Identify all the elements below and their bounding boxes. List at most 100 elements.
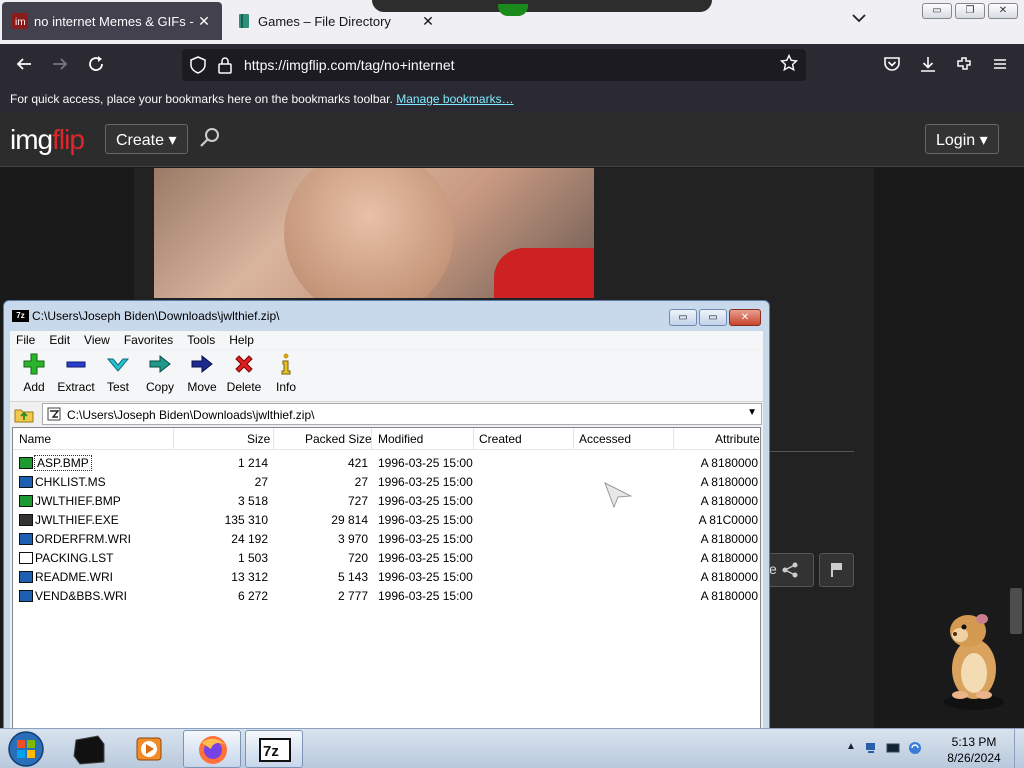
file-attribute: A 8180000 bbox=[700, 475, 758, 489]
file-row[interactable]: JWLTHIEF.BMP 3 518 727 1996-03-25 15:00 A 81… bbox=[13, 492, 760, 511]
column-packed-size[interactable]: Packed Size bbox=[305, 432, 372, 446]
file-attribute: A 81C0000 bbox=[698, 513, 758, 527]
archive-path-icon bbox=[47, 407, 61, 421]
tab-list-chevron-icon[interactable] bbox=[852, 10, 866, 26]
forward-icon[interactable] bbox=[48, 55, 72, 77]
taskbar-cube-app[interactable] bbox=[60, 730, 118, 768]
download-icon[interactable] bbox=[916, 55, 940, 77]
delete-x-icon bbox=[235, 355, 253, 373]
notch-indicator bbox=[498, 4, 528, 16]
pocket-icon[interactable] bbox=[880, 55, 904, 77]
scrollbar-thumb[interactable] bbox=[1010, 588, 1022, 634]
extract-label: Extract bbox=[57, 380, 95, 394]
taskbar-media-player[interactable] bbox=[120, 730, 178, 768]
url-bar[interactable]: https://imgflip.com/tag/no+internet bbox=[182, 49, 806, 81]
logo-text-red: flip bbox=[52, 124, 85, 155]
taskbar-clock[interactable]: 5:13 PM 8/26/2024 bbox=[938, 734, 1010, 766]
column-accessed[interactable]: Accessed bbox=[579, 432, 631, 446]
tab-close-icon[interactable]: ✕ bbox=[420, 13, 436, 30]
address-dropdown-icon[interactable]: ▼ bbox=[747, 407, 757, 418]
column-size[interactable]: Size bbox=[247, 432, 270, 446]
display-tray-icon[interactable] bbox=[886, 741, 900, 755]
file-row[interactable]: VEND&BBS.WRI 6 272 2 777 1996-03-25 15:00 A … bbox=[13, 587, 760, 606]
copy-button[interactable]: Copy bbox=[138, 352, 182, 394]
manage-bookmarks-link[interactable]: Manage bookmarks… bbox=[396, 92, 513, 106]
file-row[interactable]: CHKLIST.MS 27 27 1996-03-25 15:00 A 8180000 bbox=[13, 473, 760, 492]
tab-imgflip[interactable]: im no internet Memes & GIFs - Im ✕ bbox=[2, 2, 222, 40]
seven-zip-titlebar[interactable]: 7z C:\Users\Joseph Biden\Downloads\jwlth… bbox=[4, 301, 769, 331]
url-text: https://imgflip.com/tag/no+internet bbox=[244, 57, 455, 73]
taskbar-firefox[interactable] bbox=[183, 730, 241, 768]
taskbar-seven-zip[interactable]: 7z bbox=[245, 730, 303, 768]
file-packed-size: 727 bbox=[347, 494, 368, 508]
flag-icon bbox=[831, 563, 842, 577]
menu-favorites[interactable]: Favorites bbox=[124, 333, 173, 347]
tray-expand-icon[interactable]: ▲ bbox=[846, 741, 856, 755]
extract-button[interactable]: Extract bbox=[54, 352, 98, 394]
create-button[interactable]: Create ▾ bbox=[105, 124, 188, 154]
column-modified[interactable]: Modified bbox=[378, 432, 423, 446]
minimize-button[interactable]: ▭ bbox=[669, 309, 697, 326]
test-button[interactable]: Test bbox=[96, 352, 140, 394]
delete-label: Delete bbox=[226, 380, 262, 394]
minimize-button[interactable]: ▭ bbox=[922, 3, 952, 19]
login-button[interactable]: Login ▾ bbox=[925, 124, 999, 154]
imgflip-logo[interactable]: imgflip bbox=[10, 124, 85, 156]
lock-icon[interactable] bbox=[218, 56, 232, 74]
file-row[interactable]: ORDERFRM.WRI 24 192 3 970 1996-03-25 15:00 A… bbox=[13, 530, 760, 549]
close-button[interactable]: ✕ bbox=[729, 309, 761, 326]
share-button[interactable]: e bbox=[768, 553, 814, 587]
seven-zip-window: 7z C:\Users\Joseph Biden\Downloads\jwlth… bbox=[3, 300, 770, 732]
file-size: 6 272 bbox=[237, 589, 268, 603]
menu-edit[interactable]: Edit bbox=[49, 333, 70, 347]
maximize-button[interactable]: ▭ bbox=[699, 309, 727, 326]
meme-image[interactable] bbox=[154, 168, 594, 298]
search-icon[interactable] bbox=[198, 126, 222, 150]
shield-icon[interactable] bbox=[190, 56, 206, 74]
book-favicon-icon bbox=[239, 14, 249, 28]
file-row[interactable]: ASP.BMP 1 214 421 1996-03-25 15:00 A 8180000 bbox=[13, 454, 760, 473]
black-cube-icon bbox=[73, 735, 105, 765]
move-button[interactable]: Move bbox=[180, 352, 224, 394]
reload-icon[interactable] bbox=[84, 55, 108, 77]
file-row[interactable]: PACKING.LST 1 503 720 1996-03-25 15:00 A 818… bbox=[13, 549, 760, 568]
menu-file[interactable]: File bbox=[16, 333, 35, 347]
extensions-icon[interactable] bbox=[952, 55, 976, 77]
maximize-button[interactable]: ❐ bbox=[955, 3, 985, 19]
tab-close-icon[interactable]: ✕ bbox=[196, 13, 212, 30]
generic-file-icon bbox=[19, 476, 33, 488]
folder-up-icon[interactable] bbox=[14, 405, 34, 423]
info-label: Info bbox=[275, 380, 296, 394]
show-desktop-button[interactable] bbox=[1014, 729, 1024, 768]
address-field[interactable]: C:\Users\Joseph Biden\Downloads\jwlthief… bbox=[42, 403, 762, 425]
menu-help[interactable]: Help bbox=[229, 333, 254, 347]
network-tray-icon[interactable] bbox=[864, 741, 878, 755]
column-name[interactable]: Name bbox=[19, 432, 51, 446]
plus-icon bbox=[23, 353, 45, 375]
menu-bar: File Edit View Favorites Tools Help bbox=[10, 331, 763, 349]
menu-tools[interactable]: Tools bbox=[187, 333, 215, 347]
clock-date: 8/26/2024 bbox=[947, 751, 1001, 765]
file-modified: 1996-03-25 15:00 bbox=[378, 513, 473, 527]
menu-icon[interactable] bbox=[988, 55, 1012, 77]
file-name: ASP.BMP bbox=[34, 455, 92, 471]
file-modified: 1996-03-25 15:00 bbox=[378, 532, 473, 546]
page-scrollbar[interactable] bbox=[1008, 168, 1024, 728]
column-attribute[interactable]: Attribute bbox=[715, 432, 760, 446]
start-orb-icon[interactable] bbox=[6, 730, 46, 768]
add-button[interactable]: Add bbox=[12, 352, 56, 394]
info-button[interactable]: Info bbox=[264, 352, 308, 394]
file-packed-size: 29 814 bbox=[331, 513, 368, 527]
address-text: C:\Users\Joseph Biden\Downloads\jwlthief… bbox=[67, 408, 315, 422]
close-button[interactable]: ✕ bbox=[988, 3, 1018, 19]
star-icon[interactable] bbox=[780, 54, 798, 72]
column-created[interactable]: Created bbox=[479, 432, 522, 446]
delete-button[interactable]: Delete bbox=[222, 352, 266, 394]
tab-games-directory[interactable]: Games – File Directory ✕ bbox=[226, 2, 446, 40]
menu-view[interactable]: View bbox=[84, 333, 110, 347]
flag-button[interactable] bbox=[819, 553, 854, 587]
volume-tray-icon[interactable] bbox=[908, 741, 922, 755]
file-row[interactable]: README.WRI 13 312 5 143 1996-03-25 15:00 A 8… bbox=[13, 568, 760, 587]
back-icon[interactable] bbox=[12, 55, 36, 77]
file-row[interactable]: JWLTHIEF.EXE 135 310 29 814 1996-03-25 15:0… bbox=[13, 511, 760, 530]
